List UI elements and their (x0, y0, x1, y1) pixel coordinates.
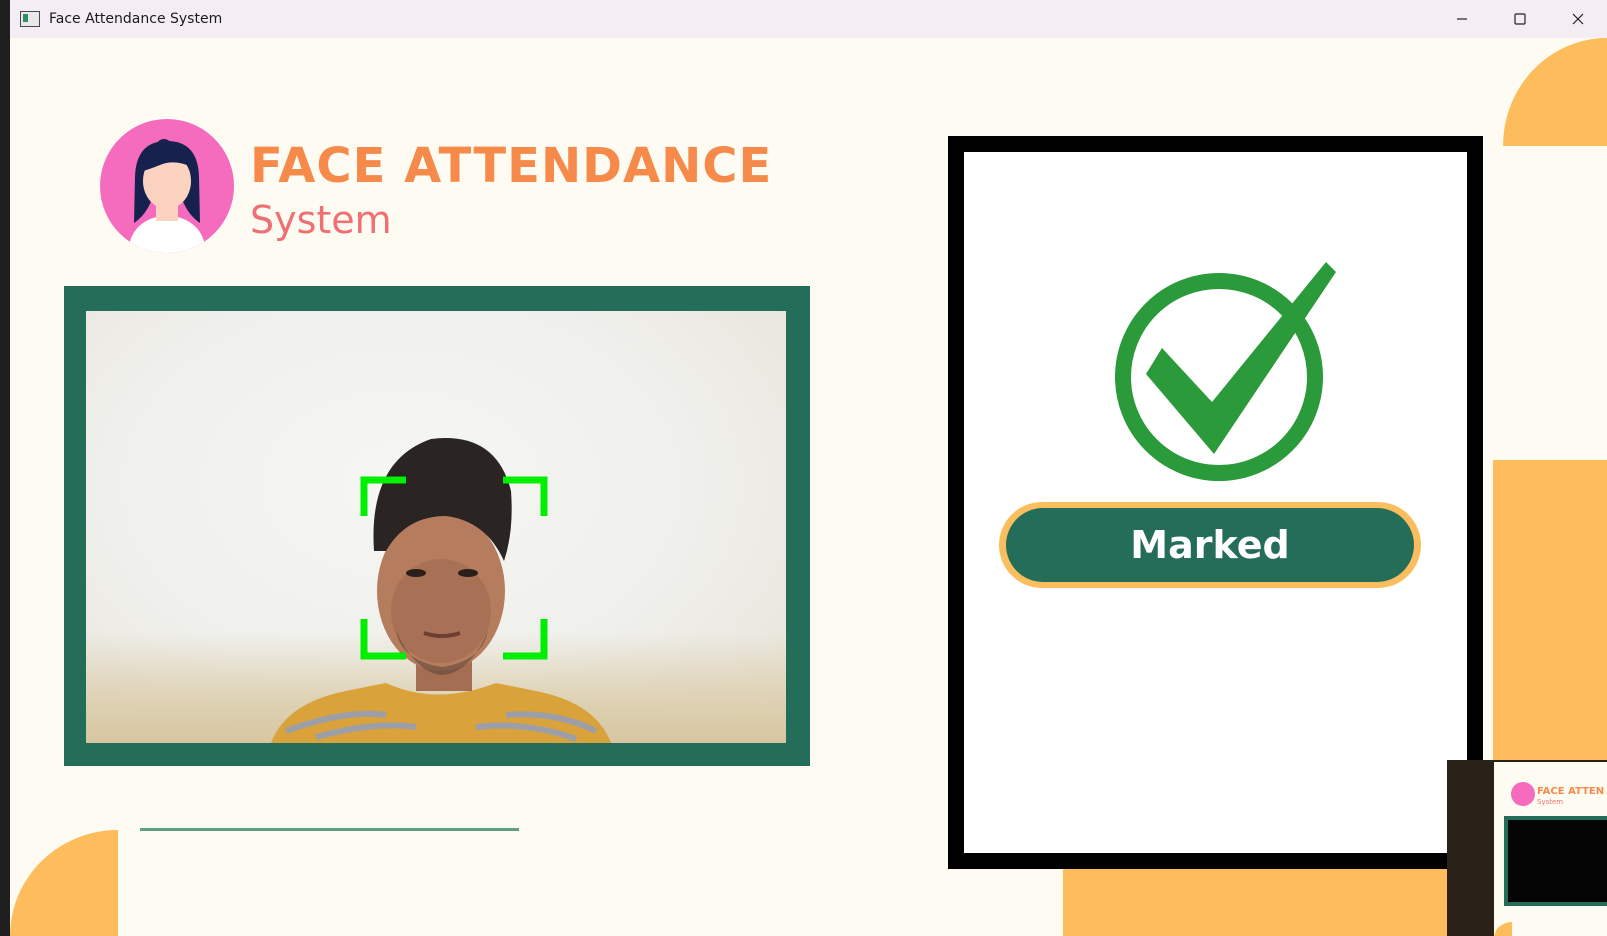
thumbnail-decor (1494, 922, 1512, 936)
maximize-button[interactable] (1491, 0, 1549, 38)
window-title: Face Attendance System (49, 11, 223, 27)
thumbnail-avatar-icon (1511, 782, 1535, 806)
thumbnail-camera-feed (1508, 820, 1607, 902)
minimize-icon (1457, 18, 1467, 20)
decor-bottom-left (10, 830, 118, 936)
close-icon (1572, 13, 1584, 25)
decor-top-right (1503, 38, 1607, 146)
thumbnail-subtitle: System (1537, 798, 1564, 806)
status-panel-inner: Marked (964, 152, 1467, 853)
thumbnail-title: FACE ATTEN (1537, 786, 1605, 797)
camera-feed (86, 311, 786, 743)
thumbnail-camera-frame (1504, 816, 1607, 906)
camera-frame (64, 286, 810, 766)
minimize-button[interactable] (1433, 0, 1491, 38)
maximize-icon (1514, 13, 1526, 25)
check-circle-icon (1115, 262, 1336, 481)
face-detection-box (360, 476, 548, 660)
close-button[interactable] (1549, 0, 1607, 38)
window-controls (1433, 0, 1607, 38)
app-title: FACE ATTENDANCE (250, 138, 773, 194)
thumbnail-window: FACE ATTEN System (1494, 762, 1607, 936)
app-subtitle: System (250, 198, 392, 242)
divider-line (140, 828, 519, 831)
status-badge: Marked (999, 502, 1421, 588)
avatar-logo-icon (100, 119, 234, 253)
window-preview-thumbnail[interactable]: FACE ATTEN System (1447, 760, 1607, 936)
app-icon (20, 11, 40, 27)
title-bar[interactable]: Face Attendance System (10, 0, 1607, 38)
marked-label: Marked (1006, 508, 1414, 582)
decor-bottom-block (1063, 868, 1453, 936)
app-window: Face Attendance System FACE ATTENDANCE S… (10, 0, 1607, 936)
status-panel: Marked (948, 136, 1483, 869)
